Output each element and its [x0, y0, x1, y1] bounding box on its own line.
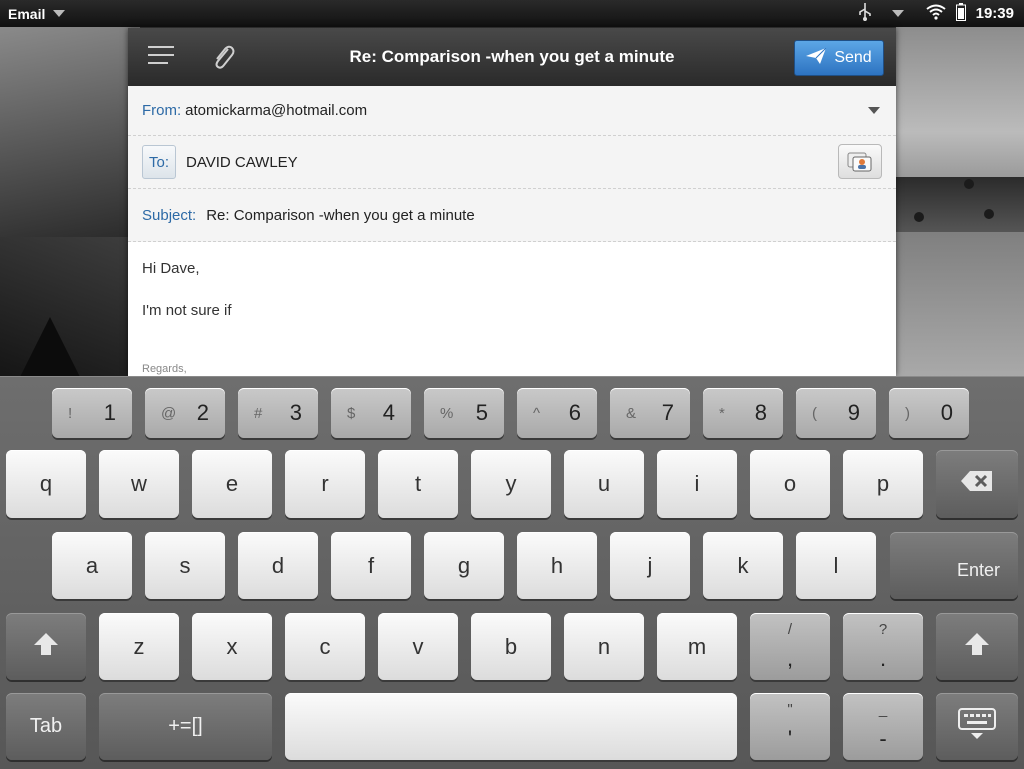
key-z[interactable]: z — [99, 613, 179, 680]
key-r[interactable]: r — [285, 450, 365, 518]
key-j[interactable]: j — [610, 532, 690, 599]
send-label: Send — [834, 49, 872, 66]
key-u[interactable]: u — [564, 450, 644, 518]
from-value: atomickarma@hotmail.com — [185, 102, 368, 119]
backspace-key[interactable] — [936, 450, 1018, 518]
key-f[interactable]: f — [331, 532, 411, 599]
clock: 19:39 — [975, 5, 1014, 22]
key-t[interactable]: t — [378, 450, 458, 518]
key-x[interactable]: x — [192, 613, 272, 680]
shift-icon — [33, 632, 59, 662]
message-body[interactable]: Hi Dave, I'm not sure if Regards, — [128, 242, 896, 376]
to-button[interactable]: To: — [142, 145, 176, 179]
key-s[interactable]: s — [145, 532, 225, 599]
to-field: To: DAVID CAWLEY — [128, 136, 896, 189]
key-2[interactable]: @2 — [145, 388, 225, 438]
shift-key-right[interactable] — [936, 613, 1018, 680]
key-p[interactable]: p — [843, 450, 923, 518]
key-dash[interactable]: _ - — [843, 693, 923, 760]
from-field[interactable]: From: atomickarma@hotmail.com — [128, 86, 896, 136]
body-line: I'm not sure if — [142, 302, 232, 319]
key-q[interactable]: q — [6, 450, 86, 518]
chevron-down-icon — [53, 10, 66, 17]
space-key[interactable] — [285, 693, 737, 760]
compose-header: Re: Comparison -when you get a minute Se… — [128, 28, 896, 86]
key-7[interactable]: & 7 — [610, 388, 690, 438]
key-8[interactable]: * 8 — [703, 388, 783, 438]
key-1[interactable]: ! 1 — [52, 388, 132, 438]
body-line: Hi Dave, — [142, 260, 200, 277]
send-icon — [806, 47, 827, 69]
recipient-chip[interactable]: DAVID CAWLEY — [186, 154, 298, 171]
key-apostrophe[interactable]: " ' — [750, 693, 830, 760]
shift-key-left[interactable] — [6, 613, 86, 680]
shift-icon — [964, 632, 990, 662]
subject-field[interactable]: Subject: Re: Comparison -when you get a … — [128, 189, 896, 242]
enter-key[interactable]: Enter — [890, 532, 1018, 599]
chevron-down-icon[interactable] — [868, 107, 880, 114]
attachment-icon[interactable] — [208, 42, 238, 72]
key-9[interactable]: (9 — [796, 388, 876, 438]
from-label: From: — [142, 102, 182, 119]
key-h[interactable]: h — [517, 532, 597, 599]
key-y[interactable]: y — [471, 450, 551, 518]
to-label: To: — [148, 153, 169, 171]
virtual-keyboard: ! 1 @2 #3 $4 % 5 ^ 6 & 7 * 8 (9 ) 0 q w e r t … — [0, 376, 1024, 769]
key-0[interactable]: ) 0 — [889, 388, 969, 438]
contacts-icon[interactable] — [838, 144, 882, 179]
app-name: Email — [8, 5, 46, 22]
subject-input[interactable]: Re: Comparison -when you get a minute — [206, 207, 474, 224]
usb-icon — [858, 2, 872, 25]
key-g[interactable]: g — [424, 532, 504, 599]
send-button[interactable]: Send — [794, 40, 884, 76]
chevron-down-icon[interactable] — [891, 10, 904, 17]
key-period[interactable]: ? . — [843, 613, 923, 680]
key-comma[interactable]: / , — [750, 613, 830, 680]
keyboard-hide-icon — [957, 707, 997, 747]
menu-button[interactable] — [148, 46, 180, 68]
key-b[interactable]: b — [471, 613, 551, 680]
key-v[interactable]: v — [378, 613, 458, 680]
subject-label: Subject: — [142, 206, 197, 224]
key-m[interactable]: m — [657, 613, 737, 680]
hide-keyboard-key[interactable] — [936, 693, 1018, 760]
key-w[interactable]: w — [99, 450, 179, 518]
key-d[interactable]: d — [238, 532, 318, 599]
symbols-key[interactable]: +=[] — [99, 693, 272, 760]
app-menu[interactable]: Email — [8, 5, 66, 22]
battery-icon — [955, 2, 966, 25]
status-bar: Email 19:39 — [0, 0, 1024, 27]
key-a[interactable]: a — [52, 532, 132, 599]
tab-key[interactable]: Tab — [6, 693, 86, 760]
key-c[interactable]: c — [285, 613, 365, 680]
key-k[interactable]: k — [703, 532, 783, 599]
key-n[interactable]: n — [564, 613, 644, 680]
key-o[interactable]: o — [750, 450, 830, 518]
compose-title: Re: Comparison -when you get a minute — [349, 47, 675, 66]
key-i[interactable]: i — [657, 450, 737, 518]
key-6[interactable]: ^ 6 — [517, 388, 597, 438]
wifi-icon — [926, 4, 946, 24]
key-e[interactable]: e — [192, 450, 272, 518]
key-5[interactable]: % 5 — [424, 388, 504, 438]
key-3[interactable]: #3 — [238, 388, 318, 438]
compose-window: Re: Comparison -when you get a minute Se… — [128, 28, 896, 376]
key-l[interactable]: l — [796, 532, 876, 599]
signature: Regards, — [142, 363, 187, 375]
backspace-icon — [960, 470, 994, 498]
key-4[interactable]: $4 — [331, 388, 411, 438]
